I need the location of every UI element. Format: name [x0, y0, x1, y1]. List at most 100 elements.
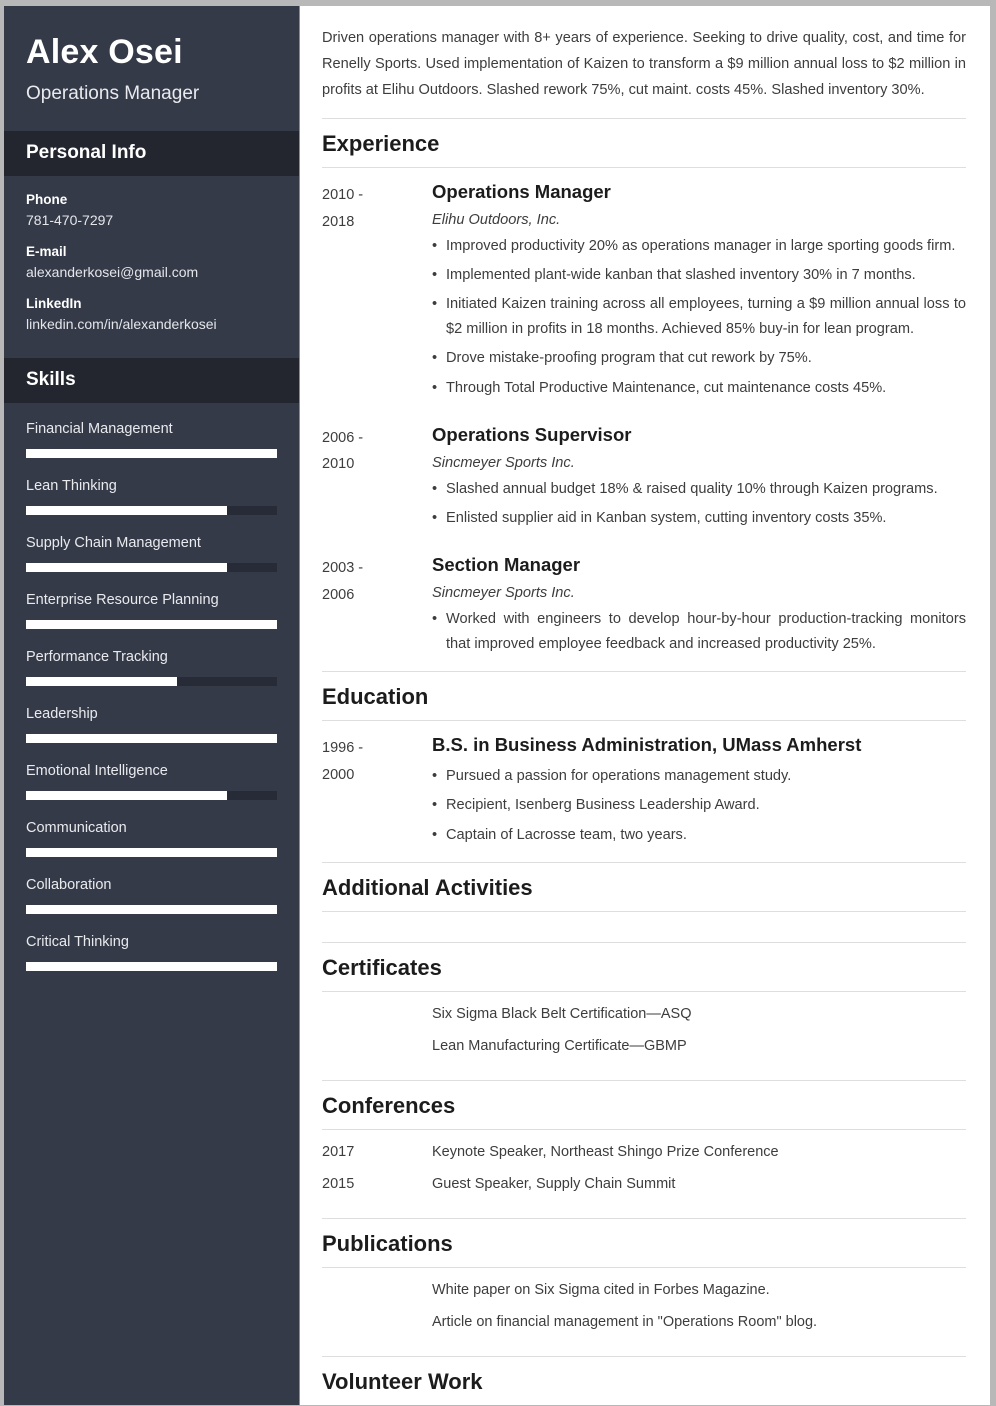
entry-body: Operations Supervisor Sincmeyer Sports In…: [432, 423, 966, 531]
sidebar: Alex Osei Operations Manager Personal In…: [4, 6, 300, 1405]
certificates-rows: Six Sigma Black Belt Certification—ASQ Le…: [322, 992, 966, 1080]
contact-value: alexanderkosei@gmail.com: [26, 264, 199, 281]
skill-label: Performance Tracking: [26, 649, 168, 666]
activity-row: Article on financial management in "Oper…: [322, 1314, 966, 1330]
skill-level-fill: [26, 506, 227, 516]
entry-role: Section Manager: [432, 553, 581, 575]
skill-item: Collaboration: [26, 877, 277, 915]
skill-item: Lean Thinking: [26, 478, 277, 516]
activity-date: [322, 1006, 432, 1022]
section-title-conferences: Conferences: [322, 1092, 456, 1118]
skill-label: Leadership: [26, 706, 98, 723]
contact-item: E-mail alexanderkosei@gmail.com: [26, 244, 277, 280]
entry-bullet-list: Pursued a passion for operations managem…: [432, 764, 966, 847]
skill-item: Communication: [26, 820, 277, 858]
entry-bullet: Recipient, Isenberg Business Leadership …: [432, 793, 966, 818]
skill-level-bar: [26, 677, 277, 687]
skill-level-bar: [26, 905, 277, 915]
section-title-certificates: Certificates: [322, 954, 442, 980]
skill-label: Supply Chain Management: [26, 535, 201, 552]
skill-level-fill: [26, 848, 277, 858]
entry-dates: 2010 -2018: [322, 186, 364, 230]
contact-value: linkedin.com/in/alexanderkosei: [26, 316, 217, 333]
skills-heading: Skills: [4, 358, 299, 404]
skill-level-fill: [26, 791, 227, 801]
entry-bullet-list: Slashed annual budget 18% & raised quali…: [432, 477, 966, 531]
resume-page: Alex Osei Operations Manager Personal In…: [0, 0, 996, 1406]
entry-bullet: Drove mistake-proofing program that cut …: [432, 346, 966, 371]
skill-level-bar: [26, 620, 277, 630]
candidate-name: Alex Osei: [26, 33, 183, 71]
contact-list: Phone 781-470-7297 E-mail alexanderkosei@gm…: [4, 176, 299, 358]
entry-bullet: Improved productivity 20% as operations …: [432, 234, 966, 259]
activity-row: Six Sigma Black Belt Certification—ASQ: [322, 1006, 966, 1022]
entry-body: B.S. in Business Administration, UMass A…: [432, 733, 966, 848]
activity-row: 2015 Guest Speaker, Supply Chain Summit: [322, 1176, 966, 1192]
contact-value: 781-470-7297: [26, 212, 114, 229]
section-title-publications: Publications: [322, 1230, 453, 1256]
entry-role: Operations Supervisor: [432, 423, 632, 445]
entry-dates: 2003 -2006: [322, 559, 364, 603]
activity-text: Lean Manufacturing Certificate—GBMP: [432, 1037, 687, 1054]
activity-text: Six Sigma Black Belt Certification—ASQ: [432, 1005, 692, 1022]
activity-text: Article on financial management in "Oper…: [432, 1313, 818, 1330]
skill-level-fill: [26, 677, 177, 687]
skill-label: Emotional Intelligence: [26, 763, 168, 780]
skill-level-bar: [26, 962, 277, 972]
skill-label: Lean Thinking: [26, 478, 117, 495]
activity-date: [322, 1282, 432, 1298]
education-entries: 1996 -2000 B.S. in Business Administratio…: [322, 721, 966, 848]
section-title-additional-activities: Additional Activities: [322, 874, 533, 900]
entry-bullet: Through Total Productive Maintenance, cu…: [432, 376, 966, 401]
experience-entries: 2010 -2018 Operations Manager Elihu Outdoo…: [322, 168, 966, 657]
contact-item: Phone 781-470-7297: [26, 192, 277, 228]
entry-bullet: Pursued a passion for operations managem…: [432, 764, 966, 789]
resume-entry: 2006 -2010 Operations Supervisor Sincmeyer…: [322, 423, 966, 531]
activity-date: [322, 1038, 432, 1054]
activity-date: 2015: [322, 1175, 355, 1192]
skill-item: Leadership: [26, 706, 277, 744]
activity-date: 2017: [322, 1143, 355, 1160]
entry-bullet-list: Worked with engineers to develop hour-by…: [432, 607, 966, 657]
contact-item: LinkedIn linkedin.com/in/alexanderkosei: [26, 296, 277, 332]
activity-row: 2017 Keynote Speaker, Northeast Shingo Pr…: [322, 1144, 966, 1160]
identity-block: Alex Osei Operations Manager: [4, 6, 299, 131]
section-title-education: Education: [322, 684, 429, 710]
skill-level-bar: [26, 791, 277, 801]
skill-item: Financial Management: [26, 421, 277, 459]
skill-item: Supply Chain Management: [26, 535, 277, 573]
skill-label: Communication: [26, 820, 127, 837]
main-column: Driven operations manager with 8+ years …: [300, 6, 990, 1405]
entry-organization: Sincmeyer Sports Inc.: [432, 585, 575, 602]
entry-bullet: Implemented plant-wide kanban that slash…: [432, 263, 966, 288]
activity-row: Lean Manufacturing Certificate—GBMP: [322, 1038, 966, 1054]
entry-bullet-list: Improved productivity 20% as operations …: [432, 234, 966, 401]
entry-bullet: Worked with engineers to develop hour-by…: [432, 607, 966, 657]
skill-label: Collaboration: [26, 877, 112, 894]
skill-item: Critical Thinking: [26, 934, 277, 972]
skill-label: Financial Management: [26, 421, 173, 438]
entry-role: Operations Manager: [432, 180, 611, 202]
entry-bullet: Slashed annual budget 18% & raised quali…: [432, 477, 966, 502]
entry-bullet: Enlisted supplier aid in Kanban system, …: [432, 506, 966, 531]
skill-level-bar: [26, 506, 277, 516]
skill-label: Critical Thinking: [26, 934, 129, 951]
candidate-job-title: Operations Manager: [26, 83, 200, 105]
personal-info-heading: Personal Info: [4, 131, 299, 177]
publications-rows: White paper on Six Sigma cited in Forbes…: [322, 1268, 966, 1356]
skill-level-fill: [26, 905, 277, 915]
section-title-experience: Experience: [322, 130, 440, 156]
skill-item: Emotional Intelligence: [26, 763, 277, 801]
contact-label: LinkedIn: [26, 296, 82, 312]
activity-text: Guest Speaker, Supply Chain Summit: [432, 1175, 676, 1192]
skill-level-fill: [26, 563, 227, 573]
resume-entry: 2010 -2018 Operations Manager Elihu Outdoo…: [322, 180, 966, 401]
section-title-volunteer-work: Volunteer Work: [322, 1368, 483, 1394]
activity-text: White paper on Six Sigma cited in Forbes…: [432, 1281, 770, 1298]
activity-date: [322, 1314, 432, 1330]
skill-level-bar: [26, 848, 277, 858]
skill-level-bar: [26, 734, 277, 744]
skill-level-fill: [26, 734, 277, 744]
resume-entry: 2003 -2006 Section Manager Sincmeyer Sport…: [322, 553, 966, 657]
entry-organization: Elihu Outdoors, Inc.: [432, 212, 561, 229]
